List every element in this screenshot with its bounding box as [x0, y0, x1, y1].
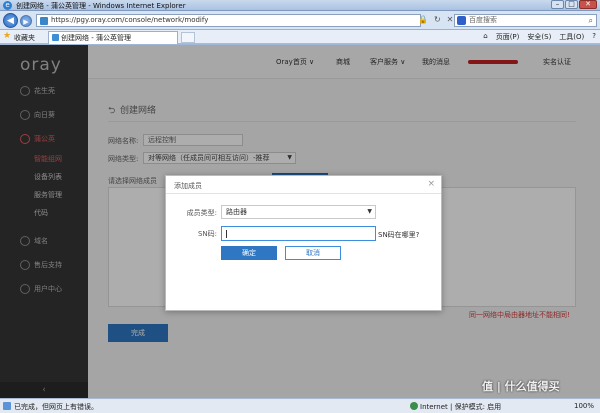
- close-icon[interactable]: ×: [427, 179, 435, 189]
- favorites-star-icon[interactable]: ★: [3, 31, 11, 41]
- sn-input[interactable]: [221, 226, 376, 241]
- command-page[interactable]: 页面(P): [496, 32, 520, 42]
- warning-icon[interactable]: [3, 402, 11, 410]
- back-button[interactable]: ◀: [3, 13, 18, 28]
- dialog-header: 添加成员 ×: [166, 176, 441, 194]
- globe-icon: [410, 402, 418, 410]
- cancel-button[interactable]: 取消: [285, 246, 341, 260]
- sn-help-link[interactable]: SN码在哪里?: [378, 230, 419, 240]
- favorites-bar: ★ 收藏夹 创建网络 - 蒲公英管理 ⌂ 页面(P) 安全(S) 工具(O) ?: [0, 30, 600, 44]
- lock-icon[interactable]: 🔒: [418, 15, 428, 24]
- text-cursor: [226, 230, 227, 238]
- minimize-button[interactable]: –: [551, 0, 564, 9]
- zoom-level[interactable]: 100%: [574, 402, 594, 410]
- search-input[interactable]: 百度搜索 ⌕: [454, 14, 597, 27]
- web-page: oray 花生壳 向日葵 蒲公英 智能组网 设备列表 服务管理 代码 域名 售后…: [0, 45, 600, 398]
- tab-page-icon: [52, 34, 59, 41]
- window-titlebar: e 创建网络 - 蒲公英管理 - Windows Internet Explor…: [0, 0, 600, 11]
- sn-label: SN码:: [197, 230, 217, 238]
- tab-title: 创建网络 - 蒲公英管理: [61, 34, 131, 42]
- command-safety[interactable]: 安全(S): [527, 32, 551, 42]
- search-provider-icon: [457, 16, 466, 25]
- help-icon[interactable]: ?: [592, 32, 596, 42]
- add-member-dialog: 添加成员 × 成员类型: 路由器 ▼ SN码: SN码在哪里? 确定 取消: [165, 175, 442, 311]
- favorites-button[interactable]: 收藏夹: [14, 33, 35, 43]
- new-tab-button[interactable]: [181, 32, 195, 43]
- member-type-select[interactable]: 路由器 ▼: [221, 205, 376, 219]
- watermark: 值 | 什么值得买: [482, 380, 560, 393]
- stop-icon[interactable]: ✕: [447, 15, 454, 24]
- chevron-down-icon: ▼: [367, 208, 372, 215]
- member-type-label: 成员类型:: [186, 209, 217, 217]
- home-icon[interactable]: ⌂: [483, 32, 487, 42]
- window-controls: – □ ✕: [551, 0, 597, 9]
- close-button[interactable]: ✕: [579, 0, 597, 9]
- command-tools[interactable]: 工具(O): [559, 32, 584, 42]
- tab-current[interactable]: 创建网络 - 蒲公英管理: [48, 31, 178, 44]
- address-bar: ◀ ▶ https://pgy.oray.com/console/network…: [0, 11, 600, 30]
- refresh-icon[interactable]: ↻: [434, 15, 441, 24]
- maximize-button[interactable]: □: [565, 0, 578, 9]
- dialog-title: 添加成员: [174, 182, 202, 190]
- security-zone: Internet | 保护模式: 启用: [420, 403, 502, 411]
- forward-button[interactable]: ▶: [20, 15, 32, 27]
- member-type-value: 路由器: [226, 208, 247, 216]
- command-bar: ⌂ 页面(P) 安全(S) 工具(O) ?: [483, 32, 596, 42]
- search-placeholder: 百度搜索: [469, 16, 497, 24]
- address-actions: 🔒 ↻ ✕: [418, 15, 453, 24]
- confirm-button[interactable]: 确定: [221, 246, 277, 260]
- ie-logo-icon: e: [3, 1, 12, 10]
- status-bar: 已完成，但网页上有错误。 Internet | 保护模式: 启用 100%: [0, 398, 600, 413]
- window-title: 创建网络 - 蒲公英管理 - Windows Internet Explorer: [16, 2, 186, 10]
- url-text: https://pgy.oray.com/console/network/mod…: [51, 16, 209, 24]
- status-text: 已完成，但网页上有错误。: [14, 403, 98, 411]
- search-icon[interactable]: ⌕: [589, 15, 593, 26]
- page-icon: [40, 17, 48, 25]
- url-input[interactable]: https://pgy.oray.com/console/network/mod…: [36, 14, 421, 27]
